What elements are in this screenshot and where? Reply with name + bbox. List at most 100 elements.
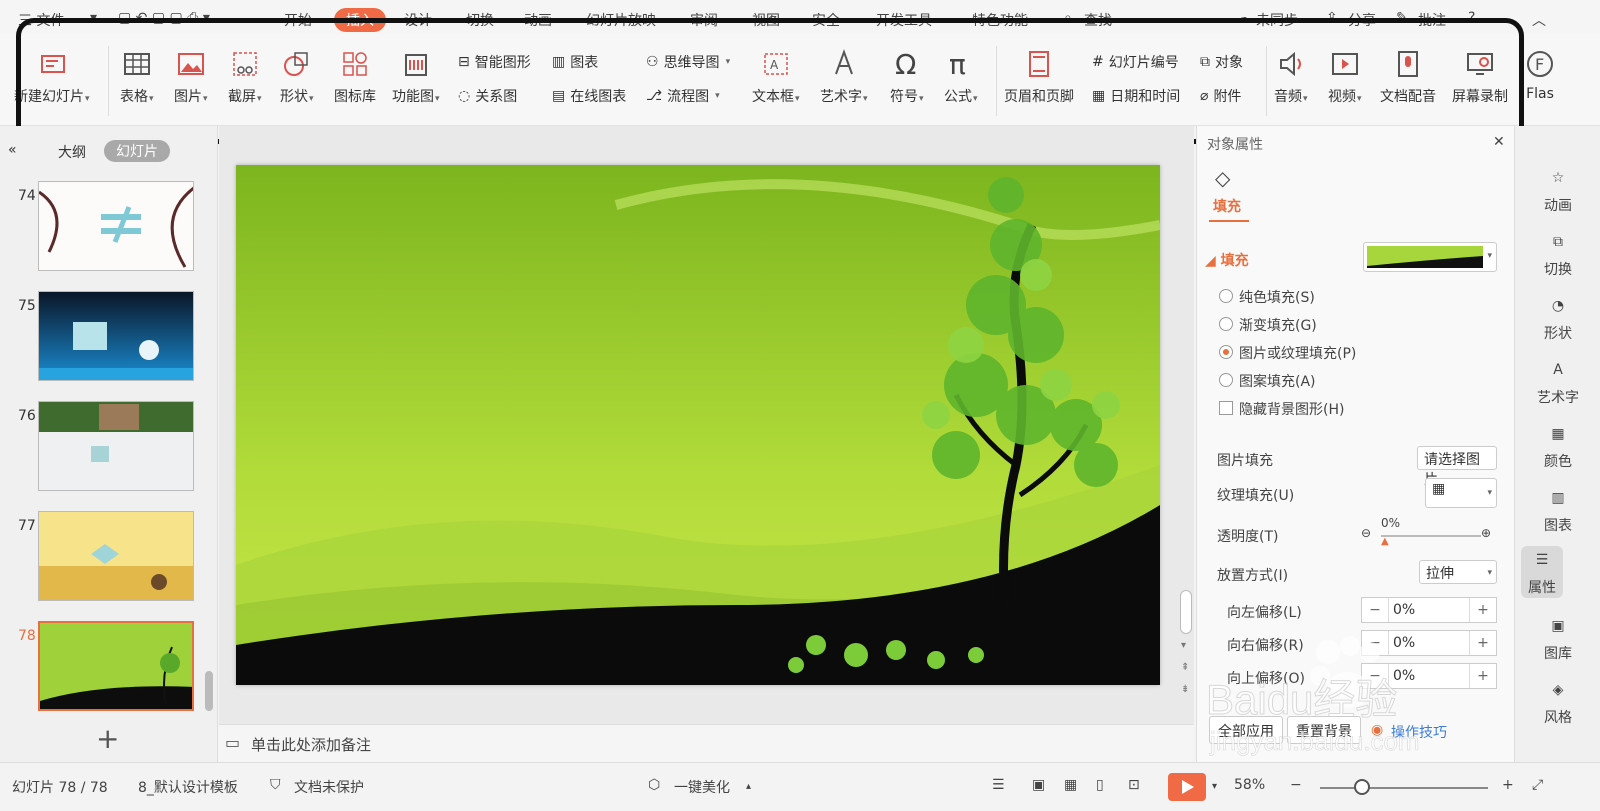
- zoom-slider[interactable]: [1320, 787, 1488, 789]
- sliders-icon: ☰: [1535, 552, 1549, 568]
- fill-preview-dropdown[interactable]: ▾: [1363, 242, 1497, 272]
- wordart-icon: A: [1553, 362, 1563, 378]
- add-slide-button[interactable]: +: [96, 722, 119, 755]
- transparency-slider[interactable]: [1381, 535, 1481, 537]
- beautify-caret-icon[interactable]: ▴: [746, 781, 751, 792]
- presenter-view-icon[interactable]: ⊡: [1128, 777, 1140, 793]
- sidebar-item-animation[interactable]: ☆ 动画: [1515, 170, 1600, 215]
- slide-sorter-icon[interactable]: ▦: [1064, 777, 1077, 793]
- one-click-beautify-button[interactable]: 一键美化: [674, 777, 730, 797]
- transparency-slider-handle[interactable]: ▲: [1381, 536, 1389, 547]
- slide-counter: 幻灯片 78 / 78: [12, 780, 108, 796]
- hide-background-label: 隐藏背景图形(H): [1239, 402, 1345, 418]
- slide-thumb-image: [39, 292, 193, 380]
- transparency-label: 透明度(T): [1217, 529, 1279, 545]
- sidebar-item-shape[interactable]: ◔ 形状: [1515, 298, 1600, 343]
- scroll-down-icon[interactable]: ▾: [1181, 640, 1186, 651]
- zoom-in-icon[interactable]: +: [1502, 777, 1514, 793]
- template-name[interactable]: 8_默认设计模板: [138, 777, 238, 797]
- slide-thumbnail-78[interactable]: [38, 621, 194, 711]
- flash-icon: F: [1527, 51, 1553, 77]
- zoom-out-icon[interactable]: −: [1290, 777, 1302, 793]
- solid-fill-label: 纯色填充(S): [1239, 290, 1315, 306]
- fill-preview-swatch: [1367, 246, 1483, 268]
- picture-fill-select[interactable]: 请选择图片: [1417, 446, 1497, 488]
- slide-thumb-image: [39, 512, 193, 600]
- slide-thumbnail-74[interactable]: [38, 181, 194, 271]
- svg-text:jingyan.baidu.com: jingyan.baidu.com: [1209, 726, 1420, 756]
- slider-minus-icon[interactable]: ⊖: [1361, 526, 1371, 540]
- svg-text:F: F: [1535, 55, 1544, 74]
- sidebar-item-properties[interactable]: ☰ 属性: [1521, 546, 1563, 598]
- slide-panel: « 大纲 幻灯片 74 75 76 77 78 +: [0, 126, 218, 762]
- solid-fill-radio[interactable]: [1219, 289, 1233, 303]
- prev-slide-icon[interactable]: ⇞: [1181, 662, 1189, 673]
- texture-fill-select[interactable]: ▦ ▾: [1425, 478, 1497, 508]
- tab-underline: [1209, 220, 1249, 222]
- slide-background-image: [236, 165, 1160, 685]
- slide-thumbnail-77[interactable]: [38, 511, 194, 601]
- tab-slides[interactable]: 幻灯片: [104, 140, 170, 162]
- slide-thumbnail-75[interactable]: [38, 291, 194, 381]
- sidebar-item-wordart[interactable]: A 艺术字: [1515, 362, 1600, 407]
- picture-fill-radio[interactable]: [1219, 345, 1233, 359]
- next-slide-icon[interactable]: ⇟: [1181, 684, 1189, 695]
- offset-left-label: 向左偏移(L): [1227, 605, 1302, 621]
- play-options-caret-icon[interactable]: ▾: [1212, 781, 1217, 792]
- collapse-ribbon-icon[interactable]: ︿: [1532, 10, 1546, 30]
- slider-plus-icon[interactable]: ⊕: [1481, 526, 1491, 540]
- slide-thumb-image: [39, 402, 193, 490]
- bar-chart-icon: ▥: [1551, 490, 1565, 506]
- sidebar-item-chart[interactable]: ▥ 图表: [1515, 490, 1600, 535]
- status-bar: 幻灯片 78 / 78 8_默认设计模板 ⛉ 文档未保护 ⬡ 一键美化 ▴ ☰ …: [0, 762, 1600, 811]
- slide-panel-scrollbar[interactable]: [205, 671, 213, 711]
- beautify-icon: ⬡: [648, 777, 661, 793]
- slide-number: 74: [18, 188, 36, 204]
- shield-icon: ⛉: [270, 777, 281, 793]
- play-icon: [1182, 780, 1194, 794]
- collapse-panel-icon[interactable]: «: [8, 142, 17, 158]
- picture-fill-row-label: 图片填充: [1217, 453, 1273, 469]
- fit-window-icon[interactable]: ⤢: [1532, 777, 1543, 793]
- slide-number: 78: [18, 628, 36, 644]
- sidebar-item-style[interactable]: ◈ 风格: [1515, 682, 1600, 727]
- star-icon: ☆: [1551, 170, 1565, 186]
- fill-bucket-icon: ◇: [1215, 166, 1231, 190]
- flash-button[interactable]: F Flas: [1524, 48, 1556, 102]
- gradient-fill-radio[interactable]: [1219, 317, 1233, 331]
- shape-icon: ◔: [1551, 298, 1565, 314]
- transition-icon: ⧉: [1553, 234, 1563, 250]
- protection-status[interactable]: 文档未保护: [294, 777, 364, 797]
- canvas-scrollbar[interactable]: [1180, 590, 1192, 634]
- picture-fill-label: 图片或纹理填充(P): [1239, 346, 1357, 362]
- play-slideshow-button[interactable]: [1168, 773, 1206, 801]
- zoom-slider-handle[interactable]: [1354, 779, 1370, 795]
- style-icon: ◈: [1552, 682, 1564, 698]
- texture-icon: ▦: [1432, 481, 1446, 497]
- baidu-watermark: Baidu经验 jingyan.baidu.com: [1200, 628, 1500, 758]
- hide-background-checkbox[interactable]: [1219, 401, 1233, 415]
- offset-left-stepper[interactable]: −0% +: [1361, 597, 1497, 623]
- zoom-level[interactable]: 58%: [1234, 777, 1265, 793]
- reading-view-icon[interactable]: ▯: [1096, 777, 1104, 793]
- slide-number: 77: [18, 518, 36, 534]
- panel-title: 对象属性: [1207, 137, 1263, 153]
- sidebar-item-gallery[interactable]: ▣ 图库: [1515, 618, 1600, 663]
- current-slide[interactable]: [236, 165, 1160, 685]
- placement-select[interactable]: 拉伸 ▾: [1419, 560, 1497, 584]
- notes-toggle-icon[interactable]: ☰: [992, 777, 1005, 793]
- notes-placeholder[interactable]: 单击此处添加备注: [251, 734, 371, 755]
- notes-area[interactable]: ▭ 单击此处添加备注: [219, 724, 1194, 762]
- sidebar-item-color[interactable]: ▦ 颜色: [1515, 426, 1600, 471]
- close-icon[interactable]: ✕: [1493, 134, 1505, 150]
- pattern-fill-radio[interactable]: [1219, 373, 1233, 387]
- baidu-logo: Baidu经验 jingyan.baidu.com: [1206, 636, 1420, 756]
- tab-outline[interactable]: 大纲: [58, 142, 86, 162]
- color-grid-icon: ▦: [1551, 426, 1565, 442]
- slide-thumb-image: [40, 623, 192, 709]
- fill-section-header[interactable]: ◢ 填充: [1205, 250, 1249, 270]
- tab-fill[interactable]: 填充: [1213, 196, 1241, 216]
- normal-view-icon[interactable]: ▣: [1032, 777, 1045, 793]
- slide-thumbnail-76[interactable]: [38, 401, 194, 491]
- sidebar-item-transition[interactable]: ⧉ 切换: [1515, 234, 1600, 279]
